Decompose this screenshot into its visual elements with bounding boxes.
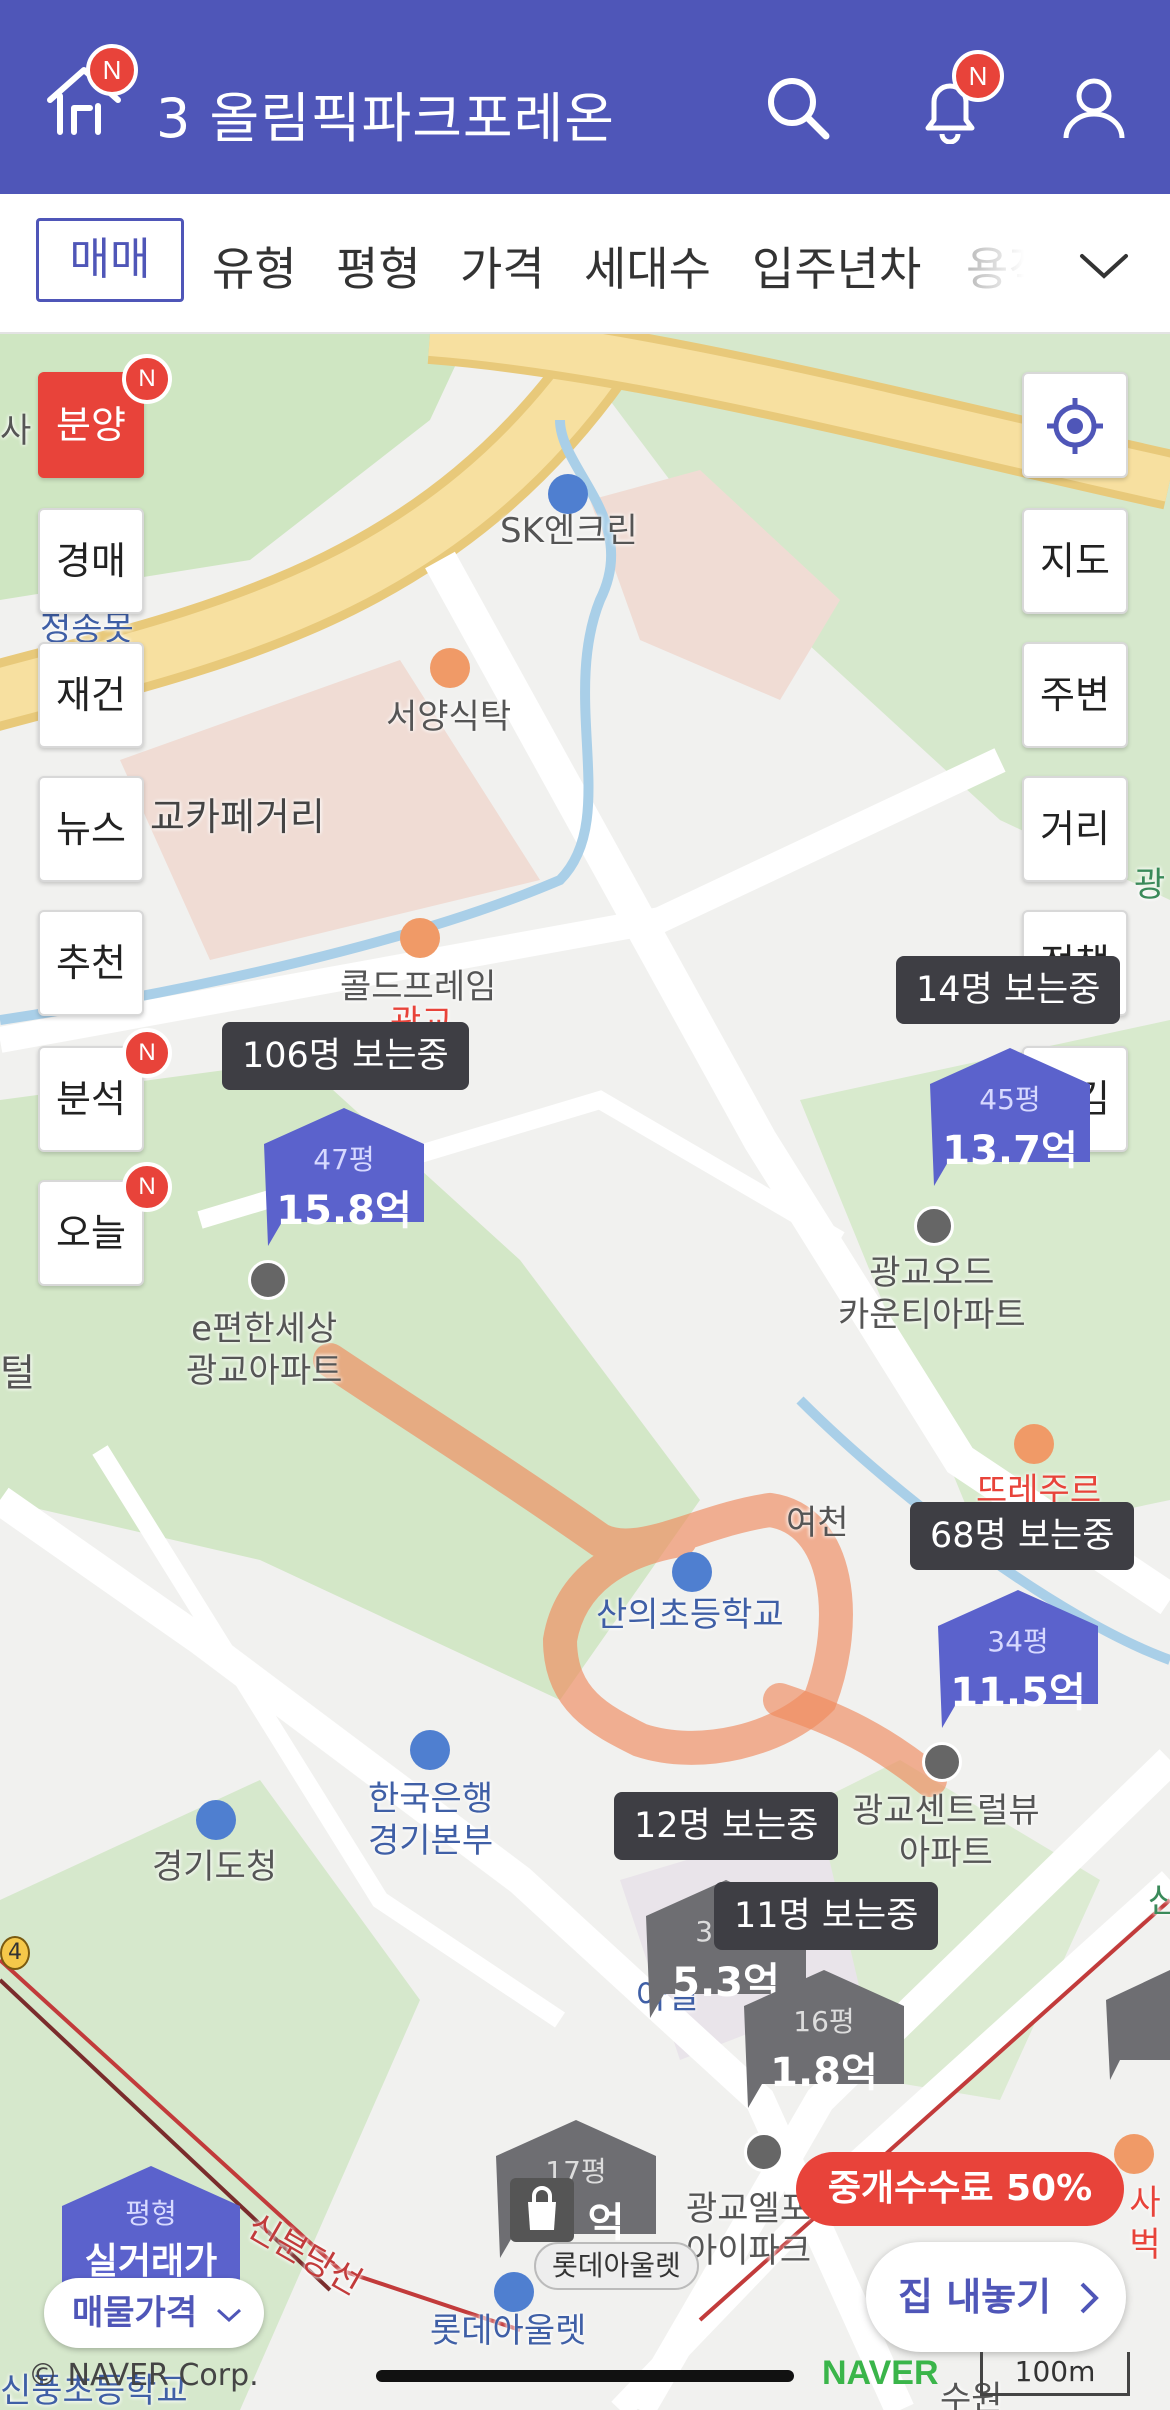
bakery-icon[interactable]: [1014, 1424, 1054, 1464]
page-title[interactable]: 3 올림픽파크포레온: [156, 74, 615, 153]
map-label-edge-3: 털: [0, 1351, 35, 1395]
copyright-text: © NAVER Corp.: [28, 2358, 259, 2393]
map-label-lotte: 롯데아울렛: [430, 2311, 587, 2351]
map-label-central: 광교센트럴뷰 아파트: [852, 1791, 1040, 1873]
map-label-river: 여천: [786, 1503, 849, 1543]
fee-discount-banner[interactable]: 중개수수료 50%: [796, 2152, 1124, 2226]
map-label-bank: 한국은행 경기본부: [368, 1779, 494, 1861]
list-home-button[interactable]: 집 내놓기: [866, 2242, 1126, 2352]
price-marker[interactable]: 45평 13.7억: [930, 1048, 1090, 1188]
map-label-edge-right-3: 사벅: [1129, 2183, 1161, 2265]
map-label-ipark: 광교엘포 아이파크: [686, 2189, 812, 2271]
bank-icon[interactable]: [410, 1730, 450, 1770]
gas-station-icon[interactable]: [548, 474, 588, 514]
restaurant-icon[interactable]: [430, 648, 470, 688]
left-btn-redevelop[interactable]: 재건: [38, 642, 144, 748]
apartment-pin-icon[interactable]: [914, 1206, 954, 1246]
mode-size-label: 평형: [125, 2197, 177, 2230]
listing-price-dropdown[interactable]: 매물가격: [44, 2278, 264, 2348]
cafe-icon[interactable]: [400, 918, 440, 958]
analysis-new-badge: N: [122, 1028, 172, 1078]
apartment-pin-icon[interactable]: [922, 1742, 962, 1782]
map-canvas[interactable]: SK엔크린 서양식탁 교카페거리 콜드프레임 광교 e편한세상광교아파트 광교오…: [0, 334, 1170, 2410]
shopping-icon[interactable]: [494, 2272, 534, 2312]
map-label-odd: 광교오드 카운티아파트: [838, 1253, 1026, 1335]
map-label-edge-1: 사: [0, 411, 32, 451]
right-btn-map[interactable]: 지도: [1022, 508, 1128, 614]
price-marker-price: 15.8억: [276, 1188, 412, 1234]
listing-price-label: 매물가격: [72, 2293, 198, 2333]
map-background: [0, 334, 1170, 2410]
home-indicator: [376, 2370, 794, 2382]
today-new-badge: N: [122, 1162, 172, 1212]
coffee-icon[interactable]: [1114, 2134, 1154, 2174]
right-btn-distance[interactable]: 거리: [1022, 776, 1128, 882]
map-label-edge-right: 광: [1134, 865, 1166, 905]
filter-price[interactable]: 가격: [460, 234, 545, 304]
apartment-pin-icon[interactable]: [744, 2132, 784, 2172]
filter-bar: 매매 유형 평형 가격 세대수 입주년차 용적: [0, 194, 1170, 334]
scale-bar: 100m: [980, 2352, 1130, 2396]
logo-new-badge: N: [86, 44, 138, 96]
shopping-bag-icon[interactable]: [510, 2178, 574, 2242]
map-label-sk: SK엔크린: [500, 511, 638, 551]
price-marker-partial[interactable]: [1106, 1970, 1170, 2080]
map-label-edge-right-2: 산: [1148, 1881, 1170, 1921]
left-btn-recommend[interactable]: 추천: [38, 910, 144, 1016]
subway-station-number[interactable]: 4: [0, 1936, 30, 1970]
chevron-down-icon: [216, 2308, 242, 2323]
crosshair-icon: [1047, 398, 1103, 454]
left-btn-auction[interactable]: 경매: [38, 508, 144, 614]
left-btn-news[interactable]: 뉴스: [38, 776, 144, 882]
map-label-cafe-street: 교카페거리: [150, 795, 325, 839]
app-root: N 3 올림픽파크포레온 N 매매 유형 평형 가격 세대수 입주년차 용적: [0, 0, 1170, 2410]
mode-label: 실거래가: [84, 2241, 218, 2282]
presale-new-badge: N: [122, 354, 172, 404]
apartment-pin-icon[interactable]: [248, 1260, 288, 1300]
chevron-right-icon: [1080, 2282, 1099, 2314]
school-icon[interactable]: [672, 1552, 712, 1592]
viewer-count-tag: 68명 보는중: [910, 1502, 1135, 1570]
price-marker[interactable]: 34평 11.5억: [938, 1590, 1098, 1730]
filter-fade: [940, 214, 1060, 314]
filter-trade-type[interactable]: 매매: [36, 218, 184, 302]
viewer-count-tag: 12명 보는중: [614, 1792, 839, 1860]
price-marker[interactable]: 16평 1.8억: [744, 1970, 904, 2110]
filter-households[interactable]: 세대수: [584, 234, 711, 304]
naver-logo: NAVER: [822, 2354, 939, 2392]
list-home-label: 집 내놓기: [898, 2275, 1052, 2319]
my-location-button[interactable]: [1022, 372, 1128, 478]
right-btn-nearby[interactable]: 주변: [1022, 642, 1128, 748]
top-bar: N 3 올림픽파크포레온 N: [0, 0, 1170, 194]
filter-type[interactable]: 유형: [212, 234, 297, 304]
map-label-provincial: 경기도청: [152, 1847, 278, 1887]
filter-size[interactable]: 평형: [336, 234, 421, 304]
chevron-down-icon[interactable]: [1076, 238, 1132, 294]
viewer-count-tag: 11명 보는중: [714, 1882, 939, 1950]
map-label-school: 산의초등학교: [596, 1595, 784, 1635]
user-icon[interactable]: [1058, 72, 1130, 144]
outlet-tag[interactable]: 롯데아울렛: [534, 2242, 699, 2290]
government-icon[interactable]: [196, 1800, 236, 1840]
map-label-western: 서양식탁: [386, 697, 512, 737]
price-marker[interactable]: 47평 15.8억: [264, 1108, 424, 1248]
bell-new-badge: N: [952, 50, 1004, 102]
filter-move-in-year[interactable]: 입주년차: [752, 234, 921, 304]
viewer-count-tag: 14명 보는중: [896, 956, 1121, 1024]
price-marker-size: 47평: [313, 1143, 375, 1176]
search-icon[interactable]: [762, 72, 834, 144]
map-label-epyeonhan: e편한세상 광교아파트: [186, 1309, 343, 1391]
viewer-count-tag: 106명 보는중: [222, 1022, 469, 1090]
